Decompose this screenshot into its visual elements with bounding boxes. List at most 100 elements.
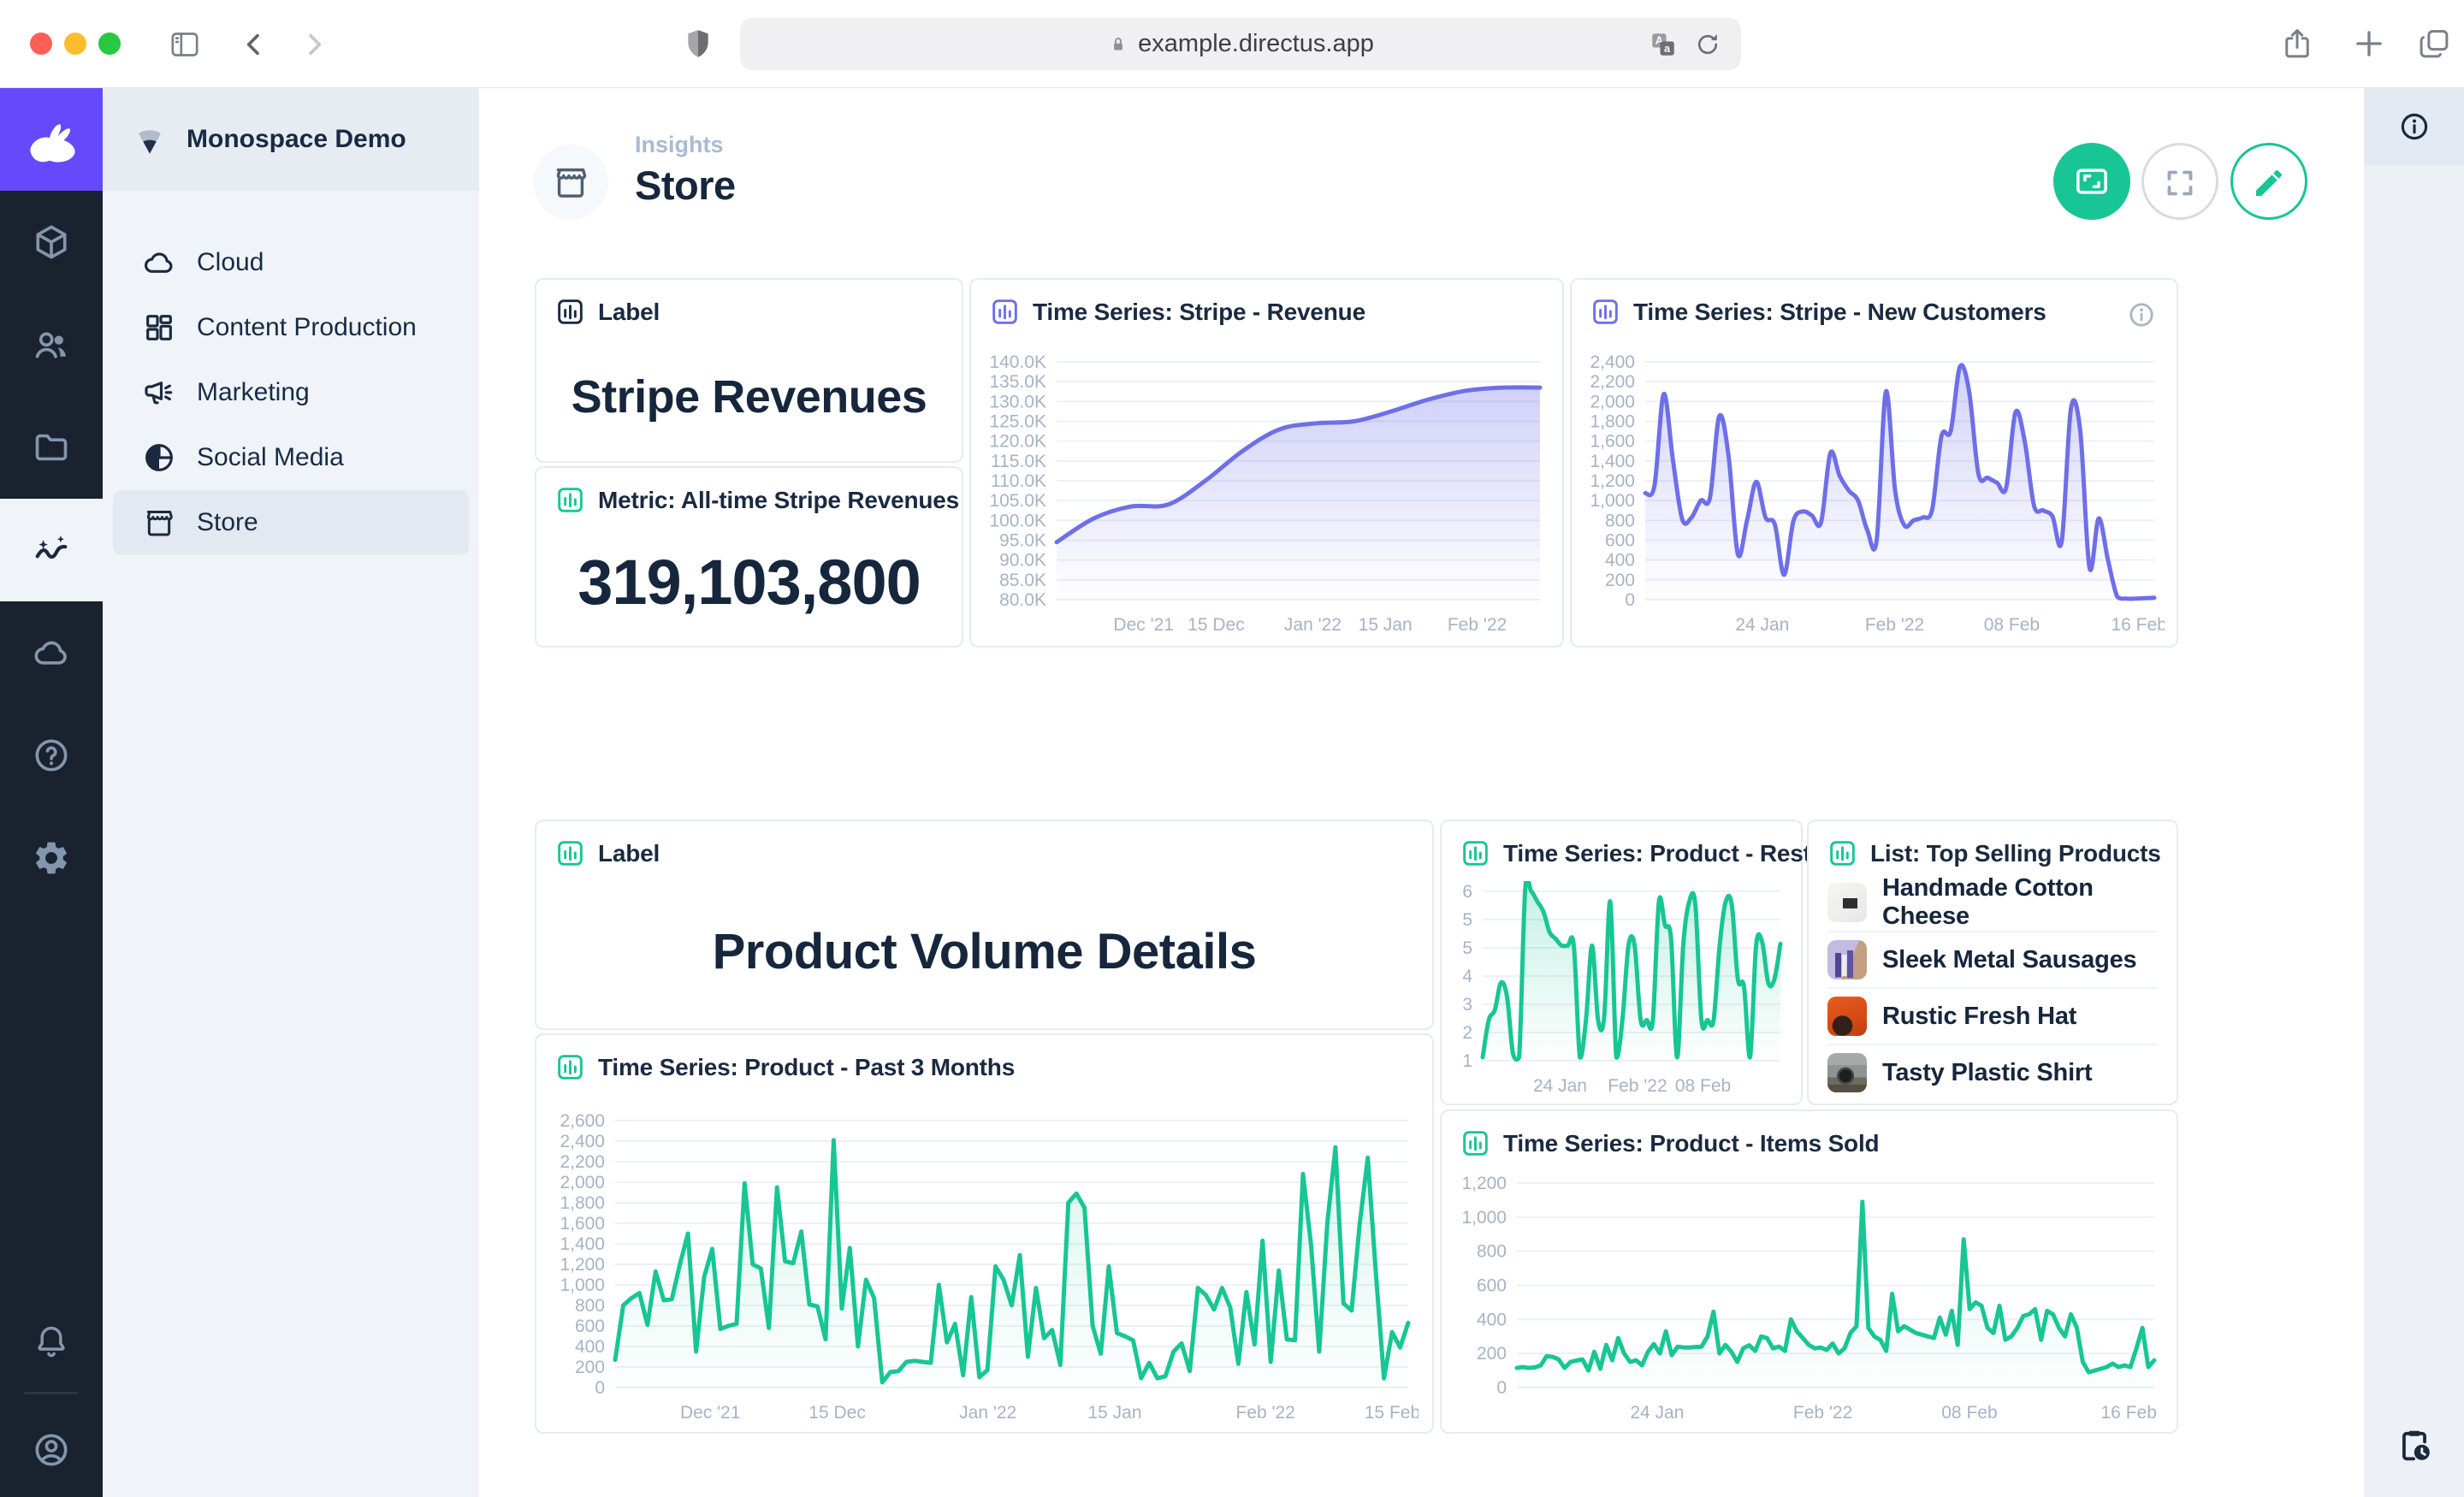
svg-text:08 Feb: 08 Feb <box>1675 1076 1731 1096</box>
svg-text:120.0K: 120.0K <box>989 432 1046 452</box>
svg-text:600: 600 <box>575 1317 605 1336</box>
forward-icon[interactable] <box>298 28 330 61</box>
new-tab-icon[interactable] <box>2351 26 2387 62</box>
sidebar-item-social-media[interactable]: Social Media <box>113 425 469 490</box>
edit-panels-button[interactable] <box>2230 143 2307 220</box>
module-files[interactable] <box>0 396 103 499</box>
panel-time-series-items-sold[interactable]: Time Series: Product - Items Sold 1,2001… <box>1440 1109 2178 1434</box>
cloud-icon <box>142 246 176 280</box>
panel-header: Label <box>598 840 660 867</box>
fit-screen-icon <box>2073 163 2111 200</box>
back-icon[interactable] <box>238 28 270 61</box>
list-item[interactable]: Tasty Plastic Shirt <box>1827 1044 2158 1100</box>
address-bar[interactable]: example.directus.app Aa <box>740 18 1741 70</box>
panel-time-series-stripe-revenue[interactable]: Time Series: Stripe - Revenue 140.0K135.… <box>969 278 1564 648</box>
zoom-window-button[interactable] <box>98 33 121 55</box>
module-settings[interactable] <box>0 807 103 909</box>
panel-label-product-volume[interactable]: Label Product Volume Details <box>535 820 1434 1030</box>
chart-panel-icon <box>1827 838 1857 868</box>
product-thumbnail <box>1827 1053 1867 1092</box>
project-switcher[interactable]: Monospace Demo <box>103 88 479 191</box>
sidebar-item-store[interactable]: Store <box>113 490 469 555</box>
svg-text:400: 400 <box>1605 551 1635 571</box>
fullscreen-button[interactable] <box>2141 143 2218 220</box>
breadcrumb[interactable]: Insights <box>635 132 724 158</box>
svg-text:2,400: 2,400 <box>1590 352 1635 372</box>
svg-text:130.0K: 130.0K <box>989 392 1046 411</box>
sidebar-item-label: Marketing <box>197 378 310 407</box>
list-item[interactable]: Sleek Metal Sausages <box>1827 931 2158 987</box>
panel-time-series-new-customers[interactable]: Time Series: Stripe - New Customers 2,40… <box>1570 278 2178 648</box>
panel-time-series-restocks[interactable]: Time Series: Product - Restocks 65543212… <box>1440 820 1803 1105</box>
svg-text:2,200: 2,200 <box>1590 372 1635 392</box>
svg-text:200: 200 <box>1605 571 1635 590</box>
sidebar-item-content-production[interactable]: Content Production <box>113 295 469 360</box>
panel-list-top-selling-products[interactable]: List: Top Selling Products Handmade Cott… <box>1807 820 2178 1105</box>
panel-metric-stripe-revenues[interactable]: Metric: All-time Stripe Revenues 319,103… <box>535 466 963 648</box>
svg-text:140.0K: 140.0K <box>989 352 1046 372</box>
translate-icon[interactable]: Aa <box>1649 30 1678 59</box>
minimize-window-button[interactable] <box>64 33 86 55</box>
svg-text:200: 200 <box>1477 1344 1507 1364</box>
info-icon[interactable] <box>2127 300 2156 329</box>
fullscreen-icon <box>2163 164 2197 198</box>
svg-text:600: 600 <box>1605 531 1635 551</box>
product-name: Sleek Metal Sausages <box>1882 946 2136 974</box>
cube-icon <box>32 222 71 262</box>
svg-text:2,400: 2,400 <box>560 1132 605 1151</box>
module-cloud[interactable] <box>0 601 103 704</box>
svg-text:1,400: 1,400 <box>560 1234 605 1254</box>
svg-text:15 Feb: 15 Feb <box>1365 1403 1419 1423</box>
svg-text:1,400: 1,400 <box>1590 452 1635 471</box>
list-item[interactable]: Rustic Fresh Hat <box>1827 987 2158 1044</box>
svg-text:2: 2 <box>1462 1023 1472 1043</box>
module-help[interactable] <box>0 704 103 807</box>
svg-text:6: 6 <box>1462 882 1472 902</box>
module-bar-divider <box>24 1392 79 1394</box>
module-users[interactable] <box>0 293 103 396</box>
chart-panel-icon <box>555 485 585 515</box>
sidebar-item-cloud[interactable]: Cloud <box>113 230 469 295</box>
tab-overview-icon[interactable] <box>2416 26 2452 62</box>
panel-header: Metric: All-time Stripe Revenues <box>598 487 959 514</box>
label-text: Stripe Revenues <box>536 343 962 451</box>
right-sidebar <box>2364 88 2464 1497</box>
privacy-shield-icon[interactable] <box>681 27 715 61</box>
sidebar-info-section[interactable] <box>2364 88 2464 165</box>
url-text: example.directus.app <box>1138 30 1374 58</box>
svg-text:800: 800 <box>1605 511 1635 530</box>
svg-text:200: 200 <box>575 1358 605 1377</box>
pie-chart-icon <box>142 441 176 475</box>
panel-header: Time Series: Stripe - New Customers <box>1633 299 2046 326</box>
sidebar-item-marketing[interactable]: Marketing <box>113 360 469 425</box>
product-name: Handmade Cotton Cheese <box>1882 874 2158 931</box>
svg-text:2,600: 2,600 <box>560 1111 605 1131</box>
close-window-button[interactable] <box>30 33 52 55</box>
svg-text:80.0K: 80.0K <box>999 590 1046 610</box>
user-avatar-icon <box>32 1430 71 1470</box>
folder-icon <box>32 428 71 467</box>
svg-text:400: 400 <box>1477 1310 1507 1329</box>
list-item[interactable]: Handmade Cotton Cheese <box>1827 874 2158 931</box>
items-sold-chart: 1,2001,000800600400200024 JanFeb '2208 F… <box>1448 1173 2165 1425</box>
svg-text:800: 800 <box>575 1296 605 1316</box>
panel-label-stripe-revenues[interactable]: Label Stripe Revenues <box>535 278 963 463</box>
svg-text:800: 800 <box>1477 1242 1507 1262</box>
directus-logo[interactable] <box>0 88 103 191</box>
sidebar-toggle-icon[interactable] <box>168 27 202 62</box>
svg-text:1: 1 <box>1462 1051 1472 1071</box>
panel-time-series-past-3-months[interactable]: Time Series: Product - Past 3 Months 2,6… <box>535 1033 1434 1434</box>
activity-button[interactable] <box>2364 1394 2464 1497</box>
module-insights[interactable] <box>0 499 103 601</box>
panel-header: Time Series: Stripe - Revenue <box>1033 299 1365 326</box>
fit-to-screen-button[interactable] <box>2053 143 2130 220</box>
rabbit-logo-icon <box>23 111 80 168</box>
svg-text:Feb '22: Feb '22 <box>1865 615 1924 635</box>
user-menu-button[interactable] <box>0 1403 103 1497</box>
module-content[interactable] <box>0 191 103 293</box>
svg-text:2,000: 2,000 <box>1590 392 1635 411</box>
reload-icon[interactable] <box>1693 30 1722 59</box>
share-icon[interactable] <box>2279 26 2315 62</box>
notifications-button[interactable] <box>0 1298 103 1383</box>
new-customers-chart: 2,4002,2002,0001,8001,6001,4001,2001,000… <box>1578 352 2165 637</box>
